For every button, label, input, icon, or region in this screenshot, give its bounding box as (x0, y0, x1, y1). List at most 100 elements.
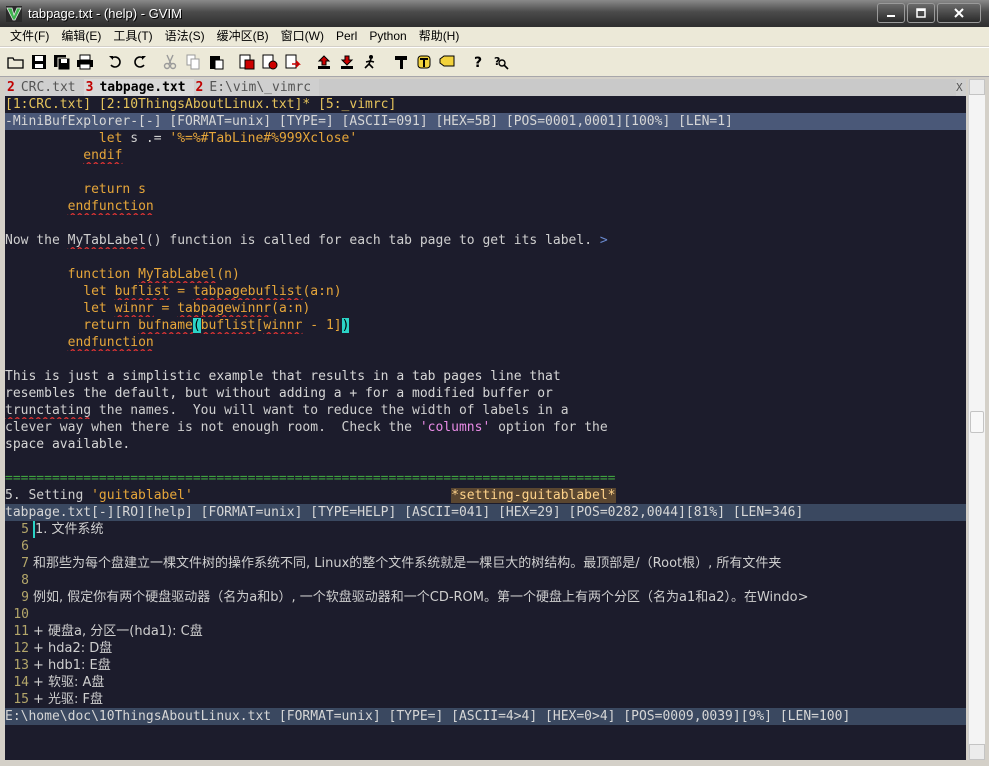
window-title: tabpage.txt - (help) - GVIM (28, 6, 182, 21)
menu-python[interactable]: Python (363, 27, 412, 46)
status-line-help: tabpage.txt[-][RO][help] [FORMAT=unix] [… (5, 504, 966, 521)
help-line-7: Now the MyTabLabel() function is called … (5, 233, 608, 248)
print-icon (76, 54, 93, 70)
maximize-button[interactable] (907, 3, 935, 23)
runner-icon (363, 55, 374, 69)
maximize-icon (916, 8, 926, 18)
buffer-line: 8 (21, 573, 29, 588)
print-button[interactable] (73, 51, 96, 74)
buffer-line: 13 + hdb1: E盘 (13, 658, 111, 673)
session-save-icon (262, 54, 277, 70)
buffer-line: 6 (21, 539, 29, 554)
menu-tools[interactable]: 工具(T) (107, 27, 158, 46)
save-session-button[interactable] (258, 51, 281, 74)
run-script-button[interactable] (281, 51, 304, 74)
save-all-button[interactable] (50, 51, 73, 74)
scroll-up-button[interactable] (969, 79, 985, 95)
minimize-icon (887, 15, 895, 17)
help-line-4: return s (83, 182, 146, 197)
menu-perl[interactable]: Perl (330, 27, 363, 46)
download-icon (340, 55, 353, 69)
help-line-13: endfunction (67, 335, 154, 350)
help-line-17: trunctating the names. You will want to … (5, 403, 569, 418)
copy-button[interactable] (181, 51, 204, 74)
tab-line: 2 CRC.txt 3 tabpage.txt 2 E:\vim\_vimrc X (5, 79, 966, 96)
menu-buffers[interactable]: 缓冲区(B) (211, 27, 275, 46)
title-bar: tabpage.txt - (help) - GVIM (0, 0, 989, 27)
find-button[interactable]: ? (489, 51, 512, 74)
save-all-icon (53, 55, 70, 70)
label-tag-icon (439, 55, 454, 67)
help-line-18: clever way when there is not enough room… (5, 420, 608, 435)
paste-button[interactable] (204, 51, 227, 74)
scroll-down-button[interactable] (969, 744, 985, 760)
shell-button[interactable] (358, 51, 381, 74)
jump-tag-button[interactable] (412, 51, 435, 74)
build-button[interactable] (335, 51, 358, 74)
vim-logo-icon (6, 5, 22, 22)
undo-button[interactable] (104, 51, 127, 74)
help-line-14 (5, 351, 966, 368)
command-line[interactable] (5, 725, 966, 742)
close-icon (954, 8, 964, 18)
help-line-6 (5, 215, 966, 232)
minimize-button[interactable] (877, 3, 905, 23)
menu-help[interactable]: 帮助(H) (413, 27, 466, 46)
help-line-5: endfunction (67, 199, 154, 214)
hammer-icon (394, 56, 407, 69)
cut-button[interactable] (158, 51, 181, 74)
menu-syntax[interactable]: 语法(S) (159, 27, 211, 46)
status-line-minibuf: -MiniBufExplorer-[-] [FORMAT=unix] [TYPE… (5, 113, 966, 130)
paste-icon (209, 56, 223, 70)
tab-close-button[interactable]: X (956, 79, 966, 96)
scroll-thumb[interactable] (970, 411, 984, 433)
find-help-button[interactable] (435, 51, 458, 74)
toolbar: ? ? (0, 47, 989, 77)
tab-tabpage[interactable]: 3 tabpage.txt (83, 79, 194, 96)
save-icon (31, 55, 46, 69)
help-section-heading: 5. Setting 'guitablabel' *setting-guitab… (5, 488, 616, 503)
buffer-line: 9 例如, 假定你有两个硬盘驱动器（名为a和b）, 一个软盘驱动器和一个CD-RO… (21, 590, 809, 605)
menu-file[interactable]: 文件(F) (4, 27, 55, 46)
help-separator-line: ========================================… (5, 471, 616, 486)
save-button[interactable] (27, 51, 50, 74)
help-line-20 (5, 453, 966, 470)
open-folder-icon (6, 57, 24, 69)
load-session-button[interactable] (235, 51, 258, 74)
open-button[interactable] (4, 51, 27, 74)
help-line-3 (5, 164, 966, 181)
help-line-16: resembles the default, but without addin… (5, 386, 553, 401)
help-line-19: space available. (5, 437, 131, 452)
redo-button[interactable] (127, 51, 150, 74)
session-load-icon (239, 54, 254, 70)
copy-icon (186, 54, 199, 70)
help-line-1: let s .= '%=%#TabLine#%999Xclose' (98, 131, 358, 146)
menu-bar: 文件(F) 编辑(E) 工具(T) 语法(S) 缓冲区(B) 窗口(W) Per… (0, 27, 989, 46)
vertical-scrollbar[interactable] (968, 79, 985, 760)
menu-edit[interactable]: 编辑(E) (55, 27, 107, 46)
make-button[interactable] (312, 51, 335, 74)
help-line-12: return bufname(buflist[winnr - 1]) (83, 318, 350, 333)
ctags-button[interactable] (389, 51, 412, 74)
help-line-15: This is just a simplistic example that r… (5, 369, 561, 384)
undo-icon (108, 56, 121, 68)
status-line-buffer: E:\home\doc\10ThingsAboutLinux.txt [FORM… (5, 708, 966, 725)
buffer-line: 15 + 光驱: F盘 (13, 692, 104, 707)
help-line-9: function MyTabLabel(n) (67, 267, 240, 282)
buffer-line: 12 + hda2: D盘 (13, 641, 113, 656)
svg-text:?: ? (474, 55, 482, 70)
buffer-line: 5 1. 文件系统 (21, 521, 104, 538)
tab-vimrc[interactable]: 2 E:\vim\_vimrc (193, 79, 320, 96)
minibuf-explorer-line[interactable]: [1:CRC.txt] [2:10ThingsAboutLinux.txt]* … (5, 96, 966, 113)
search-help-icon: ? (494, 55, 509, 70)
menu-window[interactable]: 窗口(W) (275, 27, 330, 46)
scissors-icon (163, 54, 176, 70)
tab-crc[interactable]: 2 CRC.txt (5, 79, 84, 96)
buffer-line: 14 + 软驱: A盘 (13, 675, 105, 690)
editor-area[interactable]: 2 CRC.txt 3 tabpage.txt 2 E:\vim\_vimrc X [… (5, 79, 966, 760)
question-icon: ? (474, 55, 482, 70)
buffer-line: 10 (13, 607, 29, 622)
tag-jump-icon (417, 55, 430, 69)
close-button[interactable] (937, 3, 981, 23)
help-button[interactable]: ? (466, 51, 489, 74)
